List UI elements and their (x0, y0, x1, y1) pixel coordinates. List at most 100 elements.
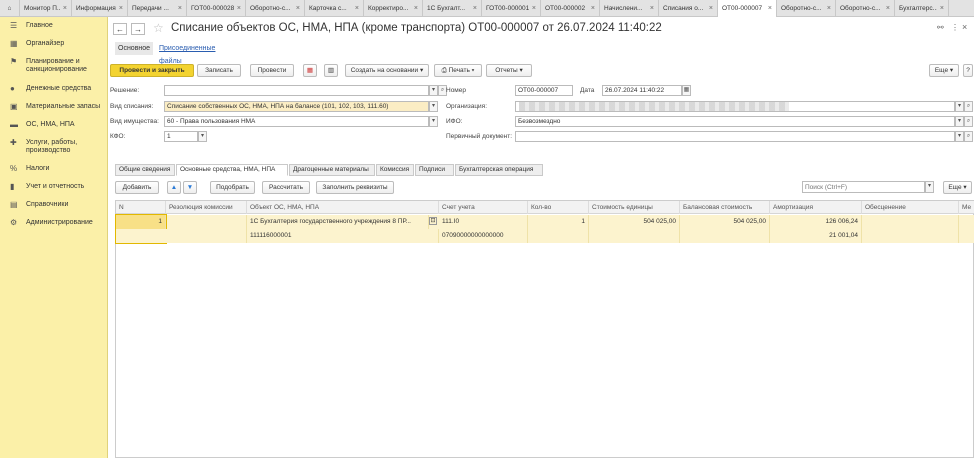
tab-6[interactable]: Корректиро... × (364, 0, 423, 17)
cell-object[interactable]: 1С Бухгалтерия государственного учрежден… (247, 215, 429, 229)
tab-2[interactable]: Передачи ... × (128, 0, 187, 17)
help-button[interactable]: ? (963, 64, 973, 77)
forward-button[interactable]: → (131, 23, 145, 35)
calculate-button[interactable]: Рассчитать (262, 181, 310, 194)
close-icon[interactable]: × (940, 5, 944, 12)
cell-book-value-2[interactable] (680, 229, 770, 243)
close-icon[interactable]: × (119, 5, 123, 12)
close-icon[interactable]: × (237, 5, 241, 12)
col-impairment[interactable]: Обесценение (862, 201, 959, 214)
more-button[interactable]: Еще ▾ (929, 64, 959, 77)
cell-amortization-2[interactable]: 21 001,04 (770, 229, 862, 243)
close-icon[interactable]: × (296, 5, 300, 12)
cell-resolution-2[interactable] (166, 229, 247, 243)
table-more-button[interactable]: Еще ▾ (943, 181, 972, 194)
close-icon[interactable]: × (827, 5, 831, 12)
tab-fixed-assets[interactable]: Основные средства, НМА, НПА (176, 164, 288, 176)
writeoff-type-dropdown[interactable]: ▾ (429, 101, 438, 112)
reports-button[interactable]: Отчеты ▾ (486, 64, 532, 77)
col-resolution[interactable]: Резолюция комиссии (166, 201, 247, 214)
date-field[interactable]: 26.07.2024 11:40:22 (602, 85, 682, 96)
tab-accounting-operation[interactable]: Бухгалтерская операция (455, 164, 543, 176)
post-button[interactable]: Провести (250, 64, 294, 77)
writeoff-type-field[interactable]: Списание собственных ОС, НМА, НПА на бал… (164, 101, 429, 112)
kfo-dropdown[interactable]: ▾ (198, 131, 207, 142)
tab-3[interactable]: ГОТ00-000028 × (187, 0, 246, 17)
tab-5[interactable]: Карточка с... × (305, 0, 364, 17)
print-button[interactable]: ⎙ Печать ▾ (434, 64, 482, 77)
cell-unit-cost-2[interactable] (589, 229, 680, 243)
ifo-field[interactable]: Безвозмездно (515, 116, 955, 127)
tab-precious-materials[interactable]: Драгоценные материалы (289, 164, 375, 176)
tab-signatures[interactable]: Подписи (415, 164, 454, 176)
save-button[interactable]: Записать (197, 64, 241, 77)
tab-14[interactable]: Оборотно-с... × (836, 0, 895, 17)
tab-13[interactable]: Оборотно-с... × (777, 0, 836, 17)
col-extra[interactable]: Ме (959, 201, 974, 214)
property-type-field[interactable]: 60 - Права пользования НМА (164, 116, 429, 127)
organization-open[interactable]: ⌕ (964, 101, 973, 112)
kfo-field[interactable]: 1 (164, 131, 198, 142)
col-amortization[interactable]: Амортизация (770, 201, 862, 214)
close-icon[interactable]: × (355, 5, 359, 12)
col-n[interactable]: N (116, 201, 166, 214)
table-row[interactable]: 1 1С Бухгалтерия государственного учрежд… (115, 214, 974, 244)
close-icon[interactable]: × (178, 5, 182, 12)
create-based-on-button[interactable]: Создать на основании ▾ (345, 64, 429, 77)
tab-15[interactable]: Бухгалтерс... × (895, 0, 949, 17)
dt-kt-button[interactable]: ▦ (303, 64, 317, 77)
close-icon[interactable]: × (591, 5, 595, 12)
post-and-close-button[interactable]: Провести и закрыть (110, 64, 194, 77)
cell-account[interactable]: 111.I0 (439, 215, 528, 229)
close-icon[interactable]: × (886, 5, 890, 12)
search-dropdown[interactable]: ▾ (925, 181, 934, 193)
tab-attached-files[interactable]: Присоединенные файлы (156, 42, 218, 65)
ifo-dropdown[interactable]: ▾ (955, 116, 964, 127)
col-object[interactable]: Объект ОС, НМА, НПА (247, 201, 439, 214)
favorite-star-icon[interactable]: ☆ (153, 21, 164, 35)
move-up-button[interactable]: ▲ (167, 181, 181, 194)
tab-main[interactable]: Основное (115, 42, 154, 55)
cell-object-code[interactable]: 111116000001 (247, 229, 439, 243)
cell-qty-2[interactable] (528, 229, 589, 243)
calendar-button[interactable]: ▦ (682, 85, 691, 96)
property-type-dropdown[interactable]: ▾ (429, 116, 438, 127)
close-icon[interactable]: × (962, 22, 967, 32)
add-button[interactable]: Добавить (115, 181, 159, 194)
tab-1[interactable]: Информация × (72, 0, 128, 17)
tab-7[interactable]: 1С Бухгалт... × (423, 0, 482, 17)
fill-requisites-button[interactable]: Заполнить реквизиты (316, 181, 394, 194)
close-icon[interactable]: × (768, 5, 772, 12)
cell-unit-cost[interactable]: 504 025,00 (589, 215, 680, 229)
select-button[interactable]: Подобрать (210, 181, 255, 194)
open-object-icon[interactable]: ⊡ (429, 217, 437, 225)
back-button[interactable]: ← (113, 23, 127, 35)
cell-qty[interactable]: 1 (528, 215, 589, 229)
cell-amortization[interactable]: 126 006,24 (770, 215, 862, 229)
tab-8[interactable]: ГОТ00-000001 × (482, 0, 541, 17)
decision-dropdown[interactable]: ▾ (429, 85, 438, 96)
cell-impairment[interactable] (862, 215, 959, 229)
move-down-button[interactable]: ▼ (183, 181, 197, 194)
col-book-value[interactable]: Балансовая стоимость (680, 201, 770, 214)
close-icon[interactable]: × (532, 5, 536, 12)
link-icon[interactable]: ⚯ (937, 23, 944, 32)
close-icon[interactable]: × (709, 5, 713, 12)
primary-doc-open[interactable]: ⌕ (964, 131, 973, 142)
cell-book-value[interactable]: 504 025,00 (680, 215, 770, 229)
close-icon[interactable]: × (63, 5, 67, 12)
primary-doc-field[interactable] (515, 131, 955, 142)
cell-impairment-2[interactable] (862, 229, 959, 243)
close-icon[interactable]: × (650, 5, 654, 12)
primary-doc-dropdown[interactable]: ▾ (955, 131, 964, 142)
col-qty[interactable]: Кол-во (528, 201, 589, 214)
cell-account-code[interactable]: 07090000000000000 (439, 229, 528, 243)
col-account[interactable]: Счет учета (439, 201, 528, 214)
number-field[interactable]: ОТ00-000007 (515, 85, 573, 96)
decision-field[interactable] (164, 85, 429, 96)
tab-9[interactable]: ОТ00-000002 × (541, 0, 600, 17)
more-vertical-icon[interactable]: ⋮ (951, 23, 959, 32)
tab-11[interactable]: Списания о... × (659, 0, 718, 17)
col-unit-cost[interactable]: Стоимость единицы (589, 201, 680, 214)
organization-dropdown[interactable]: ▾ (955, 101, 964, 112)
